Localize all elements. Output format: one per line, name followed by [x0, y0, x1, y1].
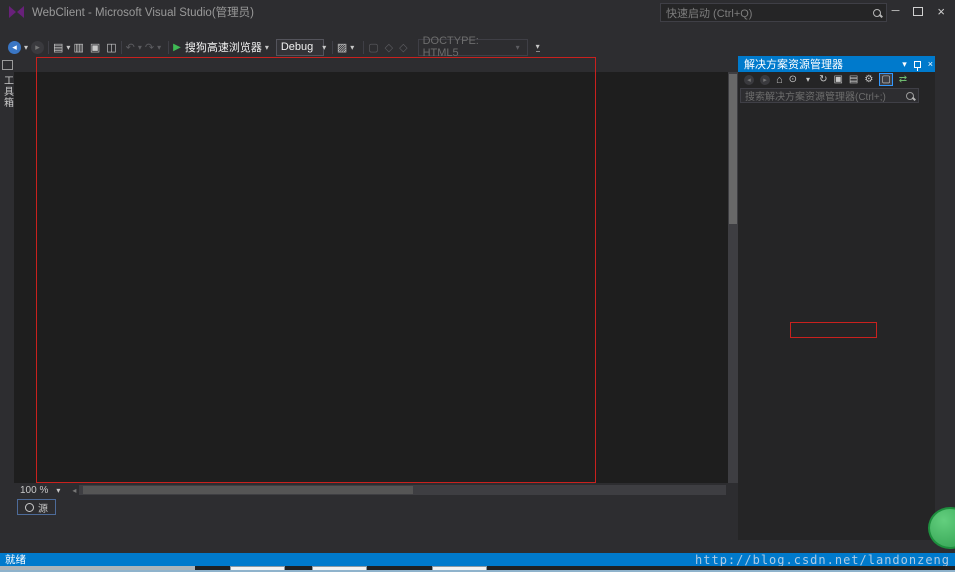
status-text: 就绪 — [5, 552, 26, 567]
zoom-level-dropdown[interactable]: 100 %▾ — [14, 485, 69, 496]
tree-search-icon[interactable] — [906, 92, 914, 100]
solution-search-input[interactable]: 搜索解决方案资源管理器(Ctrl+;) — [740, 88, 919, 103]
nav-bar-icon[interactable]: ◇ — [385, 41, 393, 54]
zoom-dropdown-icon: ▾ — [56, 486, 60, 495]
title-bar: WebClient - Microsoft Visual Studio(管理员)… — [0, 0, 955, 24]
panel-back-icon[interactable]: ◂ — [744, 75, 754, 85]
close-button[interactable]: × — [937, 4, 945, 19]
save-all-icon[interactable]: ◫ — [106, 41, 116, 54]
main-toolbar: ◂ ▾ ▸ ▤ ▾ ▥ ▣ ◫ ↶ ▾ ↷ ▾ ▶ 搜狗高速浏览器 ▾ Debu… — [0, 38, 955, 56]
preview-icon[interactable]: ▤ — [849, 74, 858, 85]
wrench-icon[interactable]: ⚙ — [864, 74, 873, 85]
toolbar-overflow-icon[interactable]: ▾ — [536, 42, 540, 52]
browser-dropdown-icon[interactable]: ▾ — [265, 43, 269, 52]
search-icon[interactable] — [873, 9, 881, 17]
doctype-dropdown: DOCTYPE: HTML5▾ — [418, 39, 528, 56]
status-bar: 就绪 http://blog.csdn.net/landonzeng — [0, 553, 955, 566]
save-icon[interactable]: ▣ — [90, 41, 100, 54]
code-editor[interactable] — [14, 72, 728, 483]
vs-window: WebClient - Microsoft Visual Studio(管理员)… — [0, 0, 955, 572]
solution-explorer: 解决方案资源管理器 ▾ × ◂ ▸ ⌂ ⊙ ▾ ↻ ▣ ▤ ⚙ ▢ ⇄ 搜索解决… — [738, 56, 935, 540]
solution-explorer-titlebar[interactable]: 解决方案资源管理器 ▾ × — [738, 56, 935, 72]
scrollbar-thumb[interactable] — [729, 74, 737, 224]
editor-bottom-bar: 100 %▾ ◂ — [14, 483, 738, 497]
browser-button[interactable]: 搜狗高速浏览器 — [185, 39, 262, 55]
maximize-button[interactable] — [913, 7, 923, 16]
bottom-panel-tabs — [0, 540, 955, 553]
document-outline-icon[interactable]: ▢ — [368, 41, 378, 54]
properties-window-icon[interactable]: ▣ — [833, 74, 842, 85]
undo-dropdown-icon[interactable]: ▾ — [138, 43, 142, 52]
new-file-dropdown-icon[interactable]: ▾ — [66, 43, 70, 52]
window-position-icon[interactable]: ▾ — [902, 59, 907, 70]
navigate-back-icon[interactable]: ◂ — [8, 41, 21, 54]
view-switch-row: 源 — [14, 498, 738, 516]
redo-icon[interactable]: ↷ — [145, 41, 154, 54]
home-icon[interactable]: ⌂ — [776, 74, 783, 86]
toolbox-tab[interactable]: 工具箱 — [0, 75, 15, 108]
taskbar-sliver — [0, 566, 955, 572]
show-all-files-icon[interactable]: ▢ — [879, 73, 892, 86]
source-view-tab[interactable]: 源 — [17, 499, 56, 515]
panel-forward-icon[interactable]: ▸ — [760, 75, 770, 85]
editor-horizontal-scrollbar[interactable] — [79, 485, 726, 495]
left-autohide-strip: 工具箱 — [0, 56, 14, 544]
auto-hide-pin-icon[interactable] — [914, 61, 921, 68]
navigate-forward-icon[interactable]: ▸ — [31, 41, 44, 54]
editor-tab-row — [14, 56, 738, 72]
redo-dropdown-icon[interactable]: ▾ — [157, 43, 161, 52]
new-file-icon[interactable]: ▤ — [53, 41, 63, 54]
collapse-all-icon[interactable]: ⊙ — [789, 74, 797, 85]
scroll-left-icon[interactable]: ◂ — [72, 486, 76, 495]
solution-config-dropdown[interactable]: Debug▾ — [276, 39, 324, 56]
quick-launch-input[interactable]: 快速启动 (Ctrl+Q) — [660, 3, 887, 22]
vs-logo-icon — [9, 6, 24, 19]
solution-tree — [738, 106, 935, 540]
undo-icon[interactable]: ↶ — [126, 41, 135, 54]
format-icon[interactable]: ◇ — [399, 41, 407, 54]
watermark-url: http://blog.csdn.net/landonzeng — [695, 553, 950, 567]
refresh-icon[interactable]: ↻ — [819, 74, 827, 85]
quick-launch-placeholder: 快速启动 (Ctrl+Q) — [666, 5, 752, 21]
right-autohide-strip — [935, 56, 955, 540]
attach-dropdown-icon[interactable]: ▾ — [350, 43, 354, 52]
window-controls: ─ × — [892, 0, 953, 22]
panel-close-icon[interactable]: × — [928, 59, 933, 69]
hscroll-thumb[interactable] — [83, 486, 413, 494]
server-explorer-icon — [2, 60, 13, 70]
sync-active-document-icon[interactable]: ⇄ — [899, 74, 907, 85]
source-view-icon — [25, 503, 34, 512]
panel-title: 解决方案资源管理器 — [744, 56, 843, 72]
editor-vertical-scrollbar[interactable] — [728, 72, 738, 483]
search-placeholder: 搜索解决方案资源管理器(Ctrl+;) — [745, 88, 886, 103]
minimize-button[interactable]: ─ — [892, 5, 900, 17]
attach-icon[interactable]: ▨ — [337, 41, 347, 54]
back-dropdown-icon[interactable]: ▾ — [24, 43, 28, 52]
start-debug-icon[interactable]: ▶ — [173, 42, 181, 53]
open-file-icon[interactable]: ▥ — [73, 41, 83, 54]
window-title: WebClient - Microsoft Visual Studio(管理员) — [32, 4, 254, 20]
solution-explorer-toolbar: ◂ ▸ ⌂ ⊙ ▾ ↻ ▣ ▤ ⚙ ▢ ⇄ — [738, 72, 935, 87]
